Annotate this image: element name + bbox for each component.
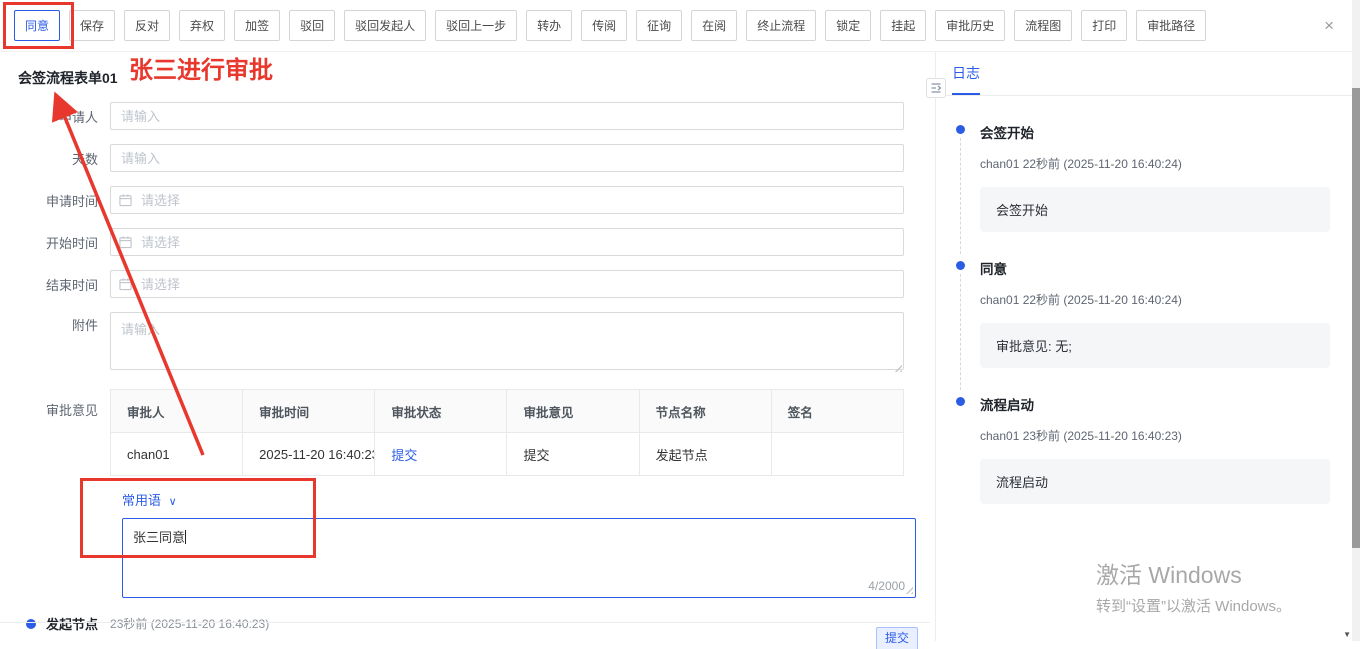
common-phrases-link[interactable]: 常用语 ∨ <box>122 493 177 508</box>
log-entry-title: 同意 <box>980 258 1330 278</box>
log-entry-title: 会签开始 <box>980 122 1330 142</box>
comment-text: 张三同意 <box>133 530 185 545</box>
log-entry-meta: chan01 23秒前 (2025-11-20 16:40:23) <box>980 427 1330 444</box>
log-panel: 日志 会签开始 chan01 22秒前 (2025-11-20 16:40:24… <box>935 52 1352 641</box>
days-input[interactable] <box>110 144 904 172</box>
node-meta: 23秒前 (2025-11-20 16:40:23) <box>110 615 269 632</box>
windows-activation-watermark: 激活 Windows 转到“设置”以激活 Windows。 <box>1096 556 1291 616</box>
cell-approver: chan01 <box>111 433 243 476</box>
table-header-row: 审批人 审批时间 审批状态 审批意见 节点名称 签名 <box>111 390 904 433</box>
log-entry-content: 流程启动 <box>980 459 1330 504</box>
toolbar-button-terminate-process[interactable]: 终止流程 <box>746 10 816 41</box>
watermark-line2: 转到“设置”以激活 Windows。 <box>1096 595 1291 616</box>
scrollbar-thumb[interactable] <box>1352 88 1360 548</box>
collapse-panel-icon <box>930 82 942 94</box>
toolbar-button-in-review[interactable]: 在阅 <box>691 10 737 41</box>
log-entry-content: 审批意见: 无; <box>980 323 1330 368</box>
field-label-start-time: 开始时间 <box>0 233 110 252</box>
timeline-dot <box>956 125 965 134</box>
toolbar: 同意 保存 反对 弃权 加签 驳回 驳回发起人 驳回上一步 转办 传阅 征询 在… <box>0 0 1352 52</box>
field-label-end-time: 结束时间 <box>0 275 110 294</box>
cell-approval-time: 2025-11-20 16:40:23 <box>243 433 375 476</box>
toolbar-button-transfer[interactable]: 转办 <box>526 10 572 41</box>
tab-log[interactable]: 日志 <box>952 51 980 95</box>
panel-header: 日志 <box>936 52 1352 96</box>
log-entry: 流程启动 chan01 23秒前 (2025-11-20 16:40:23) 流… <box>956 394 1330 504</box>
field-label-days: 天数 <box>0 149 110 168</box>
field-label-apply-time: 申请时间 <box>0 191 110 210</box>
cell-approval-opinion: 提交 <box>507 433 639 476</box>
toolbar-button-reject-to-initiator[interactable]: 驳回发起人 <box>344 10 426 41</box>
toolbar-button-circulate[interactable]: 传阅 <box>581 10 627 41</box>
toolbar-button-consult[interactable]: 征询 <box>636 10 682 41</box>
toolbar-button-approval-history[interactable]: 审批历史 <box>935 10 1005 41</box>
log-entry: 会签开始 chan01 22秒前 (2025-11-20 16:40:24) 会… <box>956 122 1330 232</box>
common-phrases-label: 常用语 <box>122 493 161 508</box>
field-label-attachment: 附件 <box>0 312 110 340</box>
cell-signature <box>771 433 903 476</box>
log-timeline: 会签开始 chan01 22秒前 (2025-11-20 16:40:24) 会… <box>936 96 1352 504</box>
chevron-down-icon: ∨ <box>169 496 177 508</box>
status-link[interactable]: 提交 <box>375 433 507 476</box>
text-caret <box>185 530 186 544</box>
node-title: 发起节点 <box>46 614 98 633</box>
timeline-dot <box>956 397 965 406</box>
toolbar-button-add-sign[interactable]: 加签 <box>234 10 280 41</box>
start-node-row: 发起节点 23秒前 (2025-11-20 16:40:23) <box>26 614 930 633</box>
field-label-approval-opinion: 审批意见 <box>0 389 110 433</box>
char-counter: 4/2000 <box>868 579 905 593</box>
approval-form: 会签流程表单01 申请人 天数 申请时间 开始时间 <box>0 52 930 641</box>
calendar-icon <box>119 236 132 249</box>
toolbar-button-flow-diagram[interactable]: 流程图 <box>1014 10 1072 41</box>
col-approver: 审批人 <box>111 390 243 433</box>
calendar-icon <box>119 194 132 207</box>
toolbar-button-print[interactable]: 打印 <box>1081 10 1127 41</box>
toolbar-button-save[interactable]: 保存 <box>69 10 115 41</box>
col-signature: 签名 <box>771 390 903 433</box>
toolbar-button-reject-previous-step[interactable]: 驳回上一步 <box>435 10 517 41</box>
approval-table: 审批人 审批时间 审批状态 审批意见 节点名称 签名 chan01 2025-1… <box>110 389 904 476</box>
comment-textarea[interactable]: 张三同意 4/2000 <box>122 518 916 598</box>
toolbar-button-oppose[interactable]: 反对 <box>124 10 170 41</box>
start-time-input[interactable] <box>110 228 904 256</box>
table-row: chan01 2025-11-20 16:40:23 提交 提交 发起节点 <box>111 433 904 476</box>
close-icon[interactable]: × <box>1324 17 1334 34</box>
submit-button[interactable]: 提交 <box>876 627 918 649</box>
bottom-divider <box>0 622 930 623</box>
calendar-icon <box>119 278 132 291</box>
collapse-panel-button[interactable] <box>926 78 946 98</box>
log-entry: 同意 chan01 22秒前 (2025-11-20 16:40:24) 审批意… <box>956 258 1330 368</box>
timeline-dot <box>956 261 965 270</box>
col-approval-time: 审批时间 <box>243 390 375 433</box>
col-approval-status: 审批状态 <box>375 390 507 433</box>
log-entry-meta: chan01 22秒前 (2025-11-20 16:40:24) <box>980 291 1330 308</box>
toolbar-button-suspend[interactable]: 挂起 <box>880 10 926 41</box>
cell-node-name: 发起节点 <box>639 433 771 476</box>
end-time-input[interactable] <box>110 270 904 298</box>
watermark-line1: 激活 Windows <box>1096 556 1291 590</box>
scrollbar-down-arrow[interactable]: ▼ <box>1343 630 1351 639</box>
attachment-textarea[interactable] <box>110 312 904 370</box>
col-approval-opinion: 审批意见 <box>507 390 639 433</box>
form-title: 会签流程表单01 <box>18 68 930 88</box>
vertical-scrollbar[interactable] <box>1352 0 1360 641</box>
toolbar-button-approval-path[interactable]: 审批路径 <box>1136 10 1206 41</box>
field-label-applicant: 申请人 <box>0 107 110 126</box>
log-entry-content: 会签开始 <box>980 187 1330 232</box>
toolbar-button-lock[interactable]: 锁定 <box>825 10 871 41</box>
log-entry-title: 流程启动 <box>980 394 1330 414</box>
col-node-name: 节点名称 <box>639 390 771 433</box>
toolbar-button-agree[interactable]: 同意 <box>14 10 60 41</box>
node-dot <box>26 619 36 629</box>
log-entry-meta: chan01 22秒前 (2025-11-20 16:40:24) <box>980 155 1330 172</box>
apply-time-input[interactable] <box>110 186 904 214</box>
applicant-input[interactable] <box>110 102 904 130</box>
toolbar-button-reject[interactable]: 驳回 <box>289 10 335 41</box>
toolbar-button-abstain[interactable]: 弃权 <box>179 10 225 41</box>
